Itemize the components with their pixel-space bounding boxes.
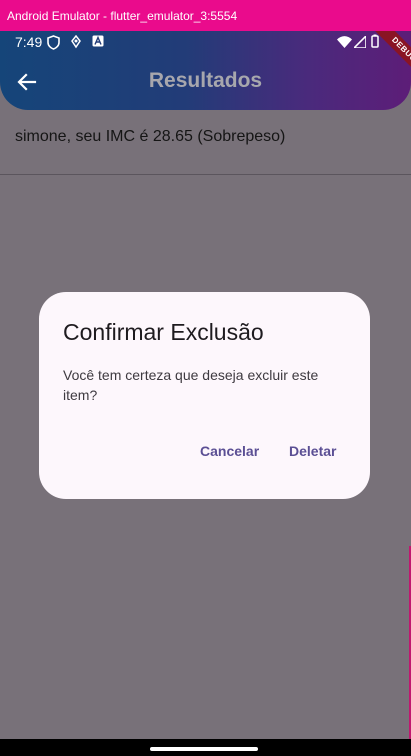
home-gesture-handle[interactable] — [150, 747, 258, 751]
status-time: 7:49 — [15, 34, 43, 50]
shield-icon — [47, 35, 60, 50]
a-badge-icon — [92, 35, 104, 47]
result-list-item[interactable]: simone, seu IMC é 28.65 (Sobrepeso) — [15, 128, 285, 146]
navigation-bar — [0, 739, 411, 756]
confirm-delete-dialog: Confirmar Exclusão Você tem certeza que … — [39, 292, 370, 499]
dialog-title: Confirmar Exclusão — [63, 319, 264, 345]
list-divider — [0, 174, 411, 175]
delete-button[interactable]: Deletar — [289, 443, 336, 459]
emulator-title-bar: Android Emulator - flutter_emulator_3:55… — [0, 0, 411, 31]
debug-banner: DEBUG — [349, 31, 411, 81]
dialog-message: Você tem certeza que deseja excluir este… — [63, 367, 319, 403]
location-icon — [71, 35, 81, 49]
app-bar: 7:49 Resultados DEBUG — [0, 31, 411, 110]
device-screen: 7:49 Resultados DEBUG simone, seu IMC é … — [0, 31, 411, 739]
cancel-button[interactable]: Cancelar — [200, 443, 259, 459]
emulator-title: Android Emulator - flutter_emulator_3:55… — [7, 8, 238, 23]
debug-label: DEBUG — [367, 31, 411, 81]
